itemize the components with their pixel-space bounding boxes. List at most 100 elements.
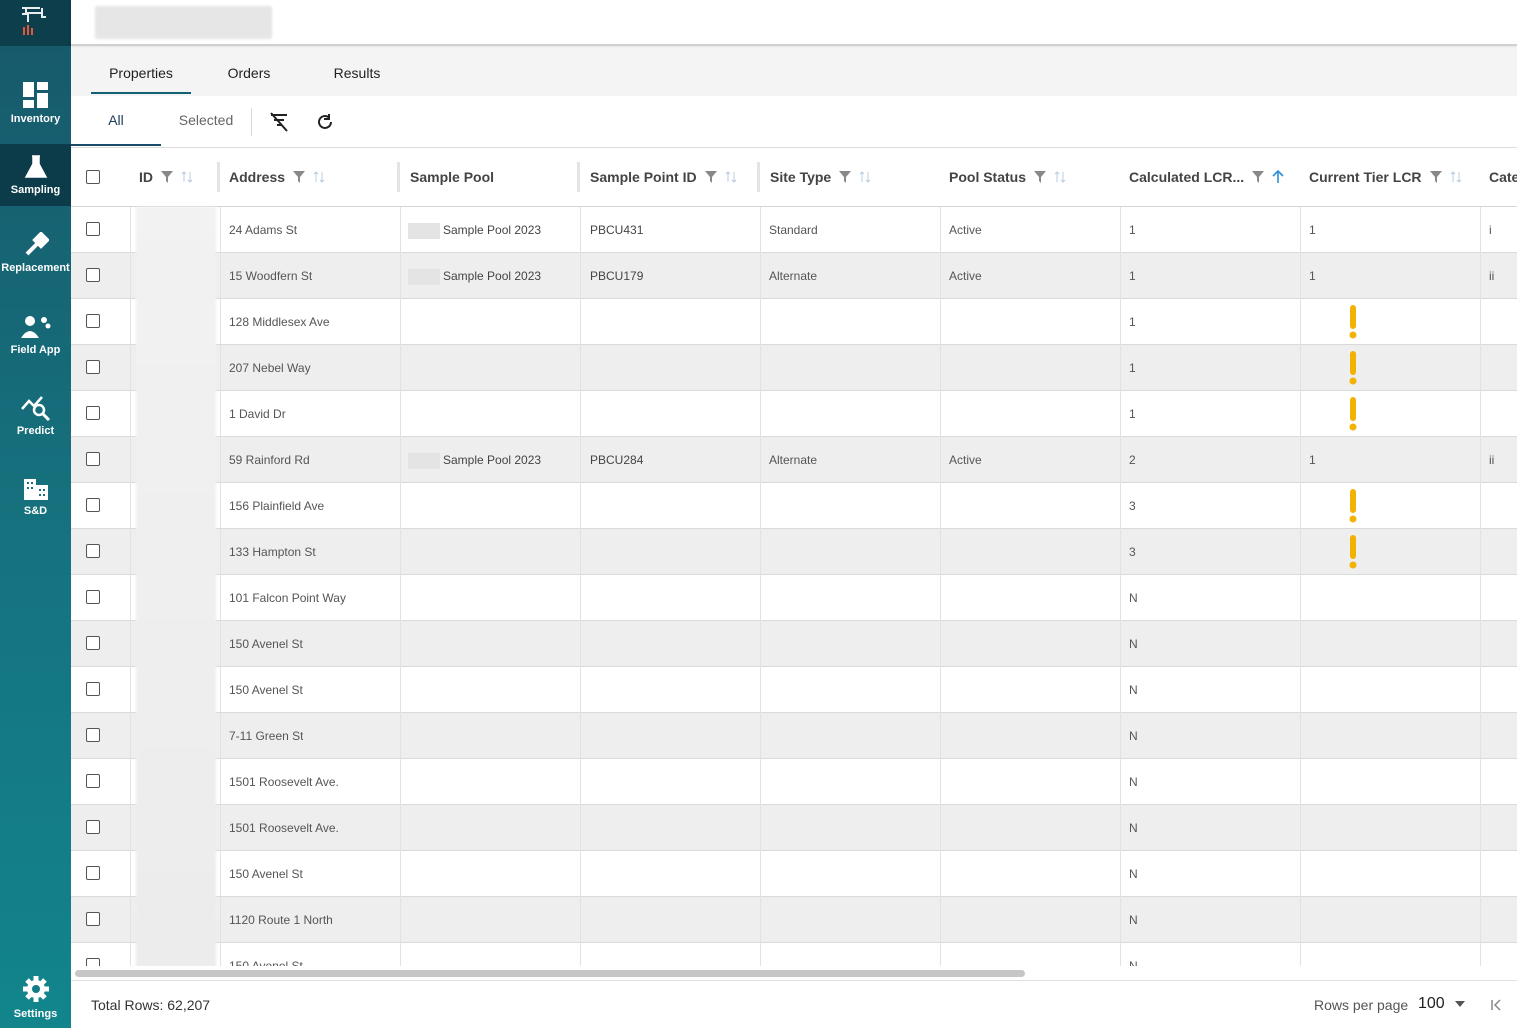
- sort-ascending-icon[interactable]: [1272, 170, 1284, 184]
- cell-calculated-lcr: N: [1129, 729, 1138, 743]
- scrollbar-thumb[interactable]: [75, 970, 1025, 977]
- nav-inventory[interactable]: Inventory: [0, 63, 71, 143]
- nav-s-and-d[interactable]: S&D: [0, 464, 71, 526]
- column-header-category[interactable]: Cate: [1489, 148, 1517, 206]
- row-checkbox[interactable]: [86, 774, 100, 788]
- cell-address: 1 David Dr: [229, 407, 286, 421]
- nav-field-app[interactable]: Field App: [0, 303, 71, 365]
- cell-current-tier-lcr: [1309, 667, 1479, 713]
- cell-current-tier-lcr: [1309, 575, 1479, 621]
- column-divider: [1120, 207, 1121, 966]
- nav-predict[interactable]: Predict: [0, 384, 71, 446]
- cell-calculated-lcr: 1: [1129, 269, 1136, 283]
- filter-icon[interactable]: [839, 171, 852, 183]
- row-checkbox[interactable]: [86, 360, 100, 374]
- column-header-site-type-label: Site Type: [770, 169, 832, 185]
- chevron-down-icon: [1455, 1000, 1466, 1007]
- column-resize-handle[interactable]: [397, 162, 400, 192]
- filter-off-icon[interactable]: [268, 111, 290, 133]
- tab-properties[interactable]: Properties: [91, 48, 191, 94]
- first-page-icon[interactable]: [1490, 999, 1502, 1011]
- column-header-current-tier-lcr[interactable]: Current Tier LCR: [1309, 148, 1462, 206]
- row-checkbox[interactable]: [86, 222, 100, 236]
- cell-address: 24 Adams St: [229, 223, 298, 237]
- buildings-icon: [23, 479, 48, 500]
- nav-field-app-label: Field App: [10, 344, 61, 356]
- column-resize-handle[interactable]: [217, 162, 220, 192]
- horizontal-scrollbar[interactable]: [71, 966, 1517, 980]
- row-checkbox[interactable]: [86, 636, 100, 650]
- row-checkbox[interactable]: [86, 682, 100, 696]
- subtab-selected[interactable]: Selected: [167, 96, 245, 146]
- column-header-sample-pool[interactable]: Sample Pool: [410, 148, 494, 206]
- refresh-icon[interactable]: [314, 111, 336, 133]
- cell-current-tier-lcr: [1309, 483, 1479, 529]
- cell-category: i: [1489, 223, 1492, 237]
- row-checkbox[interactable]: [86, 866, 100, 880]
- cell-address: 15 Woodfern St: [229, 269, 313, 283]
- cell-calculated-lcr: 1: [1129, 315, 1136, 329]
- tab-orders[interactable]: Orders: [211, 48, 287, 94]
- grid-header: ID Address Sample Pool Sample Point ID S…: [71, 148, 1517, 207]
- sort-icon[interactable]: [1450, 171, 1462, 183]
- column-header-pool-status-label: Pool Status: [949, 169, 1027, 185]
- nav-sampling[interactable]: Sampling: [0, 144, 71, 206]
- cell-current-tier-lcr: [1309, 299, 1479, 345]
- filter-icon[interactable]: [1034, 171, 1047, 183]
- filter-icon[interactable]: [1429, 171, 1442, 183]
- column-resize-handle[interactable]: [577, 162, 580, 192]
- row-checkbox[interactable]: [86, 314, 100, 328]
- sort-icon[interactable]: [181, 171, 193, 183]
- row-checkbox[interactable]: [86, 912, 100, 926]
- rows-per-page-select[interactable]: 100: [1418, 995, 1466, 1013]
- subtab-all[interactable]: All: [71, 96, 161, 146]
- sort-icon[interactable]: [313, 171, 325, 183]
- column-header-address[interactable]: Address: [229, 148, 325, 206]
- filter-subbar: All Selected: [71, 96, 1517, 148]
- filter-icon[interactable]: [161, 171, 173, 183]
- row-checkbox[interactable]: [86, 452, 100, 466]
- nav-inventory-label: Inventory: [10, 113, 61, 125]
- column-header-pool-status[interactable]: Pool Status: [949, 148, 1066, 206]
- sort-icon[interactable]: [1054, 171, 1066, 183]
- row-checkbox[interactable]: [86, 590, 100, 604]
- cell-calculated-lcr: 3: [1129, 545, 1136, 559]
- cell-address: 128 Middlesex Ave: [229, 315, 330, 329]
- select-all-checkbox[interactable]: [86, 170, 100, 184]
- cell-site-type: Alternate: [769, 453, 818, 467]
- nav-replacement[interactable]: Replacement: [0, 222, 71, 284]
- nav-sampling-label: Sampling: [10, 184, 61, 196]
- sort-icon[interactable]: [859, 171, 871, 183]
- cell-sample-point-id: PBCU179: [590, 269, 644, 283]
- row-checkbox[interactable]: [86, 406, 100, 420]
- nav-s-and-d-label: S&D: [23, 505, 48, 517]
- column-resize-handle[interactable]: [757, 162, 760, 192]
- row-checkbox[interactable]: [86, 268, 100, 282]
- column-header-calculated-lcr[interactable]: Calculated LCR...: [1129, 148, 1284, 206]
- column-header-site-type[interactable]: Site Type: [770, 148, 871, 206]
- sample-pool-name: Sample Pool 2023: [443, 453, 542, 467]
- row-checkbox[interactable]: [86, 498, 100, 512]
- app-logo[interactable]: [0, 0, 71, 46]
- column-header-sample-point-id[interactable]: Sample Point ID: [590, 148, 737, 206]
- column-header-id-label: ID: [139, 169, 153, 185]
- nav-predict-label: Predict: [16, 425, 55, 437]
- sort-icon[interactable]: [725, 171, 737, 183]
- filter-icon[interactable]: [293, 171, 306, 183]
- column-header-id[interactable]: ID: [139, 148, 193, 206]
- filter-icon[interactable]: [1252, 171, 1265, 183]
- cell-current-tier-lcr: [1309, 345, 1479, 391]
- row-checkbox[interactable]: [86, 820, 100, 834]
- row-checkbox[interactable]: [86, 958, 100, 966]
- cell-category: ii: [1489, 453, 1495, 467]
- filter-icon[interactable]: [704, 171, 717, 183]
- field-workers-icon: [20, 316, 50, 338]
- tab-results[interactable]: Results: [321, 48, 393, 94]
- row-checkbox[interactable]: [86, 728, 100, 742]
- nav-settings[interactable]: Settings: [0, 966, 71, 1028]
- row-checkbox[interactable]: [86, 544, 100, 558]
- warning-icon: [1349, 397, 1357, 431]
- cell-calculated-lcr: 2: [1129, 453, 1136, 467]
- cell-current-tier-lcr: [1309, 529, 1479, 575]
- column-header-calculated-lcr-label: Calculated LCR...: [1129, 169, 1245, 185]
